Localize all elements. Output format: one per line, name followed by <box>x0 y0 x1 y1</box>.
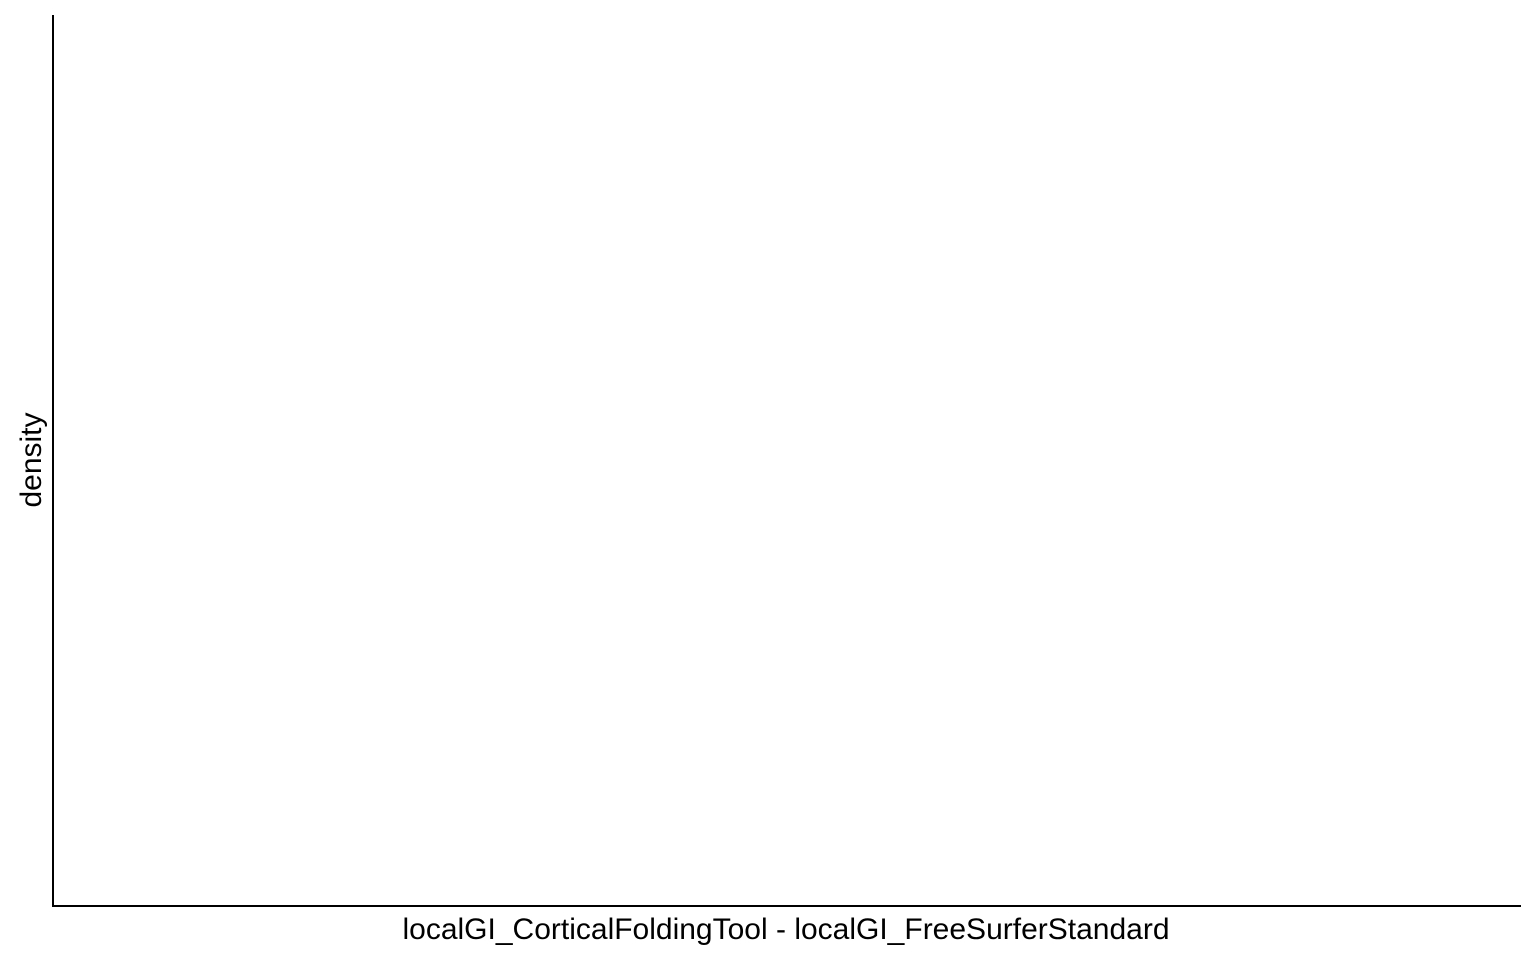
density-chart: localGI_CorticalFoldingTool - localGI_Fr… <box>0 0 1536 960</box>
density-plot-svg: localGI_CorticalFoldingTool - localGI_Fr… <box>0 0 1536 960</box>
chart-background <box>0 0 1536 960</box>
x-axis-title: localGI_CorticalFoldingTool - localGI_Fr… <box>402 913 1169 946</box>
y-axis-title: density <box>15 412 48 507</box>
